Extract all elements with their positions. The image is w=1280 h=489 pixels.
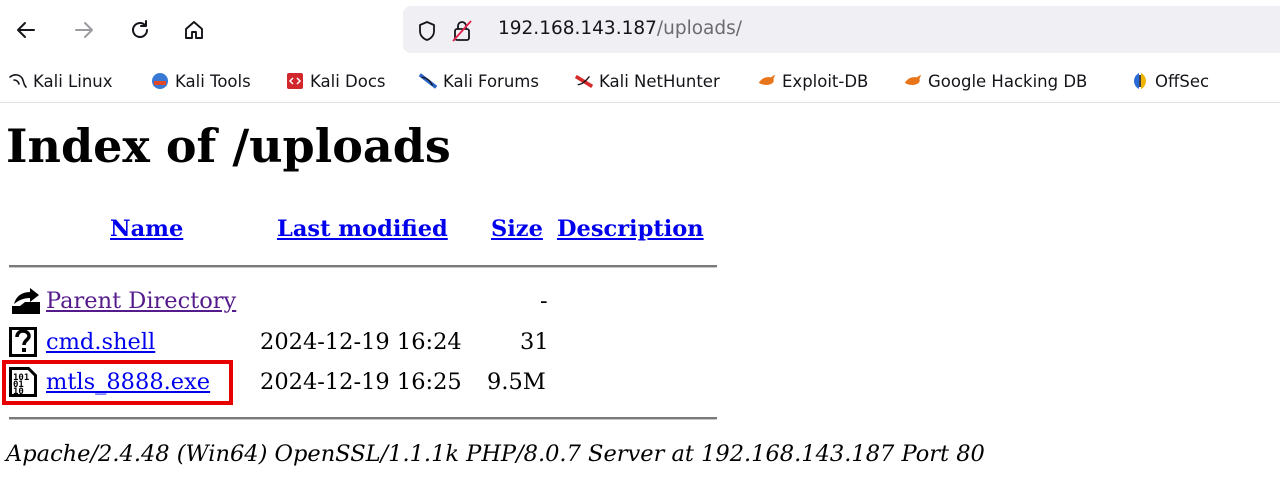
column-header-name[interactable]: Name [110, 216, 183, 242]
kali-docs-icon [285, 71, 305, 91]
insecure-connection-lock-icon[interactable] [451, 19, 473, 43]
unknown-file-icon [9, 327, 37, 357]
parent-directory-link[interactable]: Parent Directory [46, 288, 236, 314]
kali-dragon-icon [8, 71, 28, 91]
bookmark-label: Kali Linux [33, 71, 113, 91]
bookmark-label: Kali Tools [175, 71, 251, 91]
back-folder-icon [12, 288, 40, 314]
header-divider [9, 265, 717, 268]
row-size: - [540, 288, 548, 314]
bookmark-label: Kali NetHunter [599, 71, 720, 91]
row-size: 31 [520, 329, 549, 355]
file-link-cmd-shell[interactable]: cmd.shell [46, 329, 155, 355]
bookmark-kali-tools[interactable]: Kali Tools [150, 70, 251, 92]
reload-button[interactable] [124, 14, 156, 46]
back-arrow-icon [17, 22, 35, 38]
offsec-icon [1130, 71, 1150, 91]
footer-divider [9, 417, 717, 420]
url-host: 192.168.143.187 [498, 18, 657, 39]
exploit-db-icon [757, 71, 777, 91]
exploit-db-icon [903, 71, 923, 91]
home-icon [185, 21, 203, 39]
home-button[interactable] [178, 14, 210, 46]
forward-button[interactable] [68, 14, 100, 46]
kali-nethunter-icon [574, 71, 594, 91]
bookmark-google-hacking-db[interactable]: Google Hacking DB [903, 70, 1087, 92]
bookmark-kali-nethunter[interactable]: Kali NetHunter [574, 70, 720, 92]
row-last-modified: 2024-12-19 16:25 [260, 369, 462, 395]
kali-forums-icon [418, 71, 438, 91]
column-header-last-modified[interactable]: Last modified [277, 216, 448, 242]
bookmark-offsec[interactable]: OffSec [1130, 70, 1209, 92]
directory-listing-page: Index of /uploads Name Last modified Siz… [0, 104, 1280, 489]
bookmark-kali-forums[interactable]: Kali Forums [418, 70, 539, 92]
bookmark-kali-linux[interactable]: Kali Linux [8, 70, 113, 92]
column-header-description[interactable]: Description [557, 216, 704, 242]
bookmark-label: Exploit-DB [782, 71, 869, 91]
bookmark-label: Kali Forums [443, 71, 539, 91]
kali-tools-icon [150, 71, 170, 91]
row-size: 9.5M [487, 369, 546, 395]
column-header-size[interactable]: Size [491, 216, 543, 242]
server-signature: Apache/2.4.48 (Win64) OpenSSL/1.1.1k PHP… [6, 441, 985, 467]
url-text[interactable]: 192.168.143.187/uploads/ [498, 18, 742, 40]
highlight-box [2, 360, 233, 405]
bookmarks-toolbar: Kali Linux Kali Tools Kali Docs Kali For… [0, 60, 1280, 103]
back-button[interactable] [10, 14, 42, 46]
page-title: Index of /uploads [6, 119, 451, 173]
bookmark-label: OffSec [1155, 71, 1210, 91]
row-last-modified: 2024-12-19 16:24 [260, 329, 462, 355]
address-bar[interactable]: 192.168.143.187/uploads/ [403, 6, 1280, 53]
forward-arrow-icon [75, 22, 93, 38]
tracking-protection-shield-icon[interactable] [417, 20, 437, 42]
navigation-toolbar: 192.168.143.187/uploads/ [0, 0, 1280, 60]
bookmark-label: Google Hacking DB [928, 71, 1088, 91]
bookmark-kali-docs[interactable]: Kali Docs [285, 70, 386, 92]
bookmark-label: Kali Docs [310, 71, 386, 91]
url-path: /uploads/ [656, 18, 743, 39]
bookmark-exploit-db[interactable]: Exploit-DB [757, 70, 868, 92]
reload-icon [132, 20, 148, 38]
